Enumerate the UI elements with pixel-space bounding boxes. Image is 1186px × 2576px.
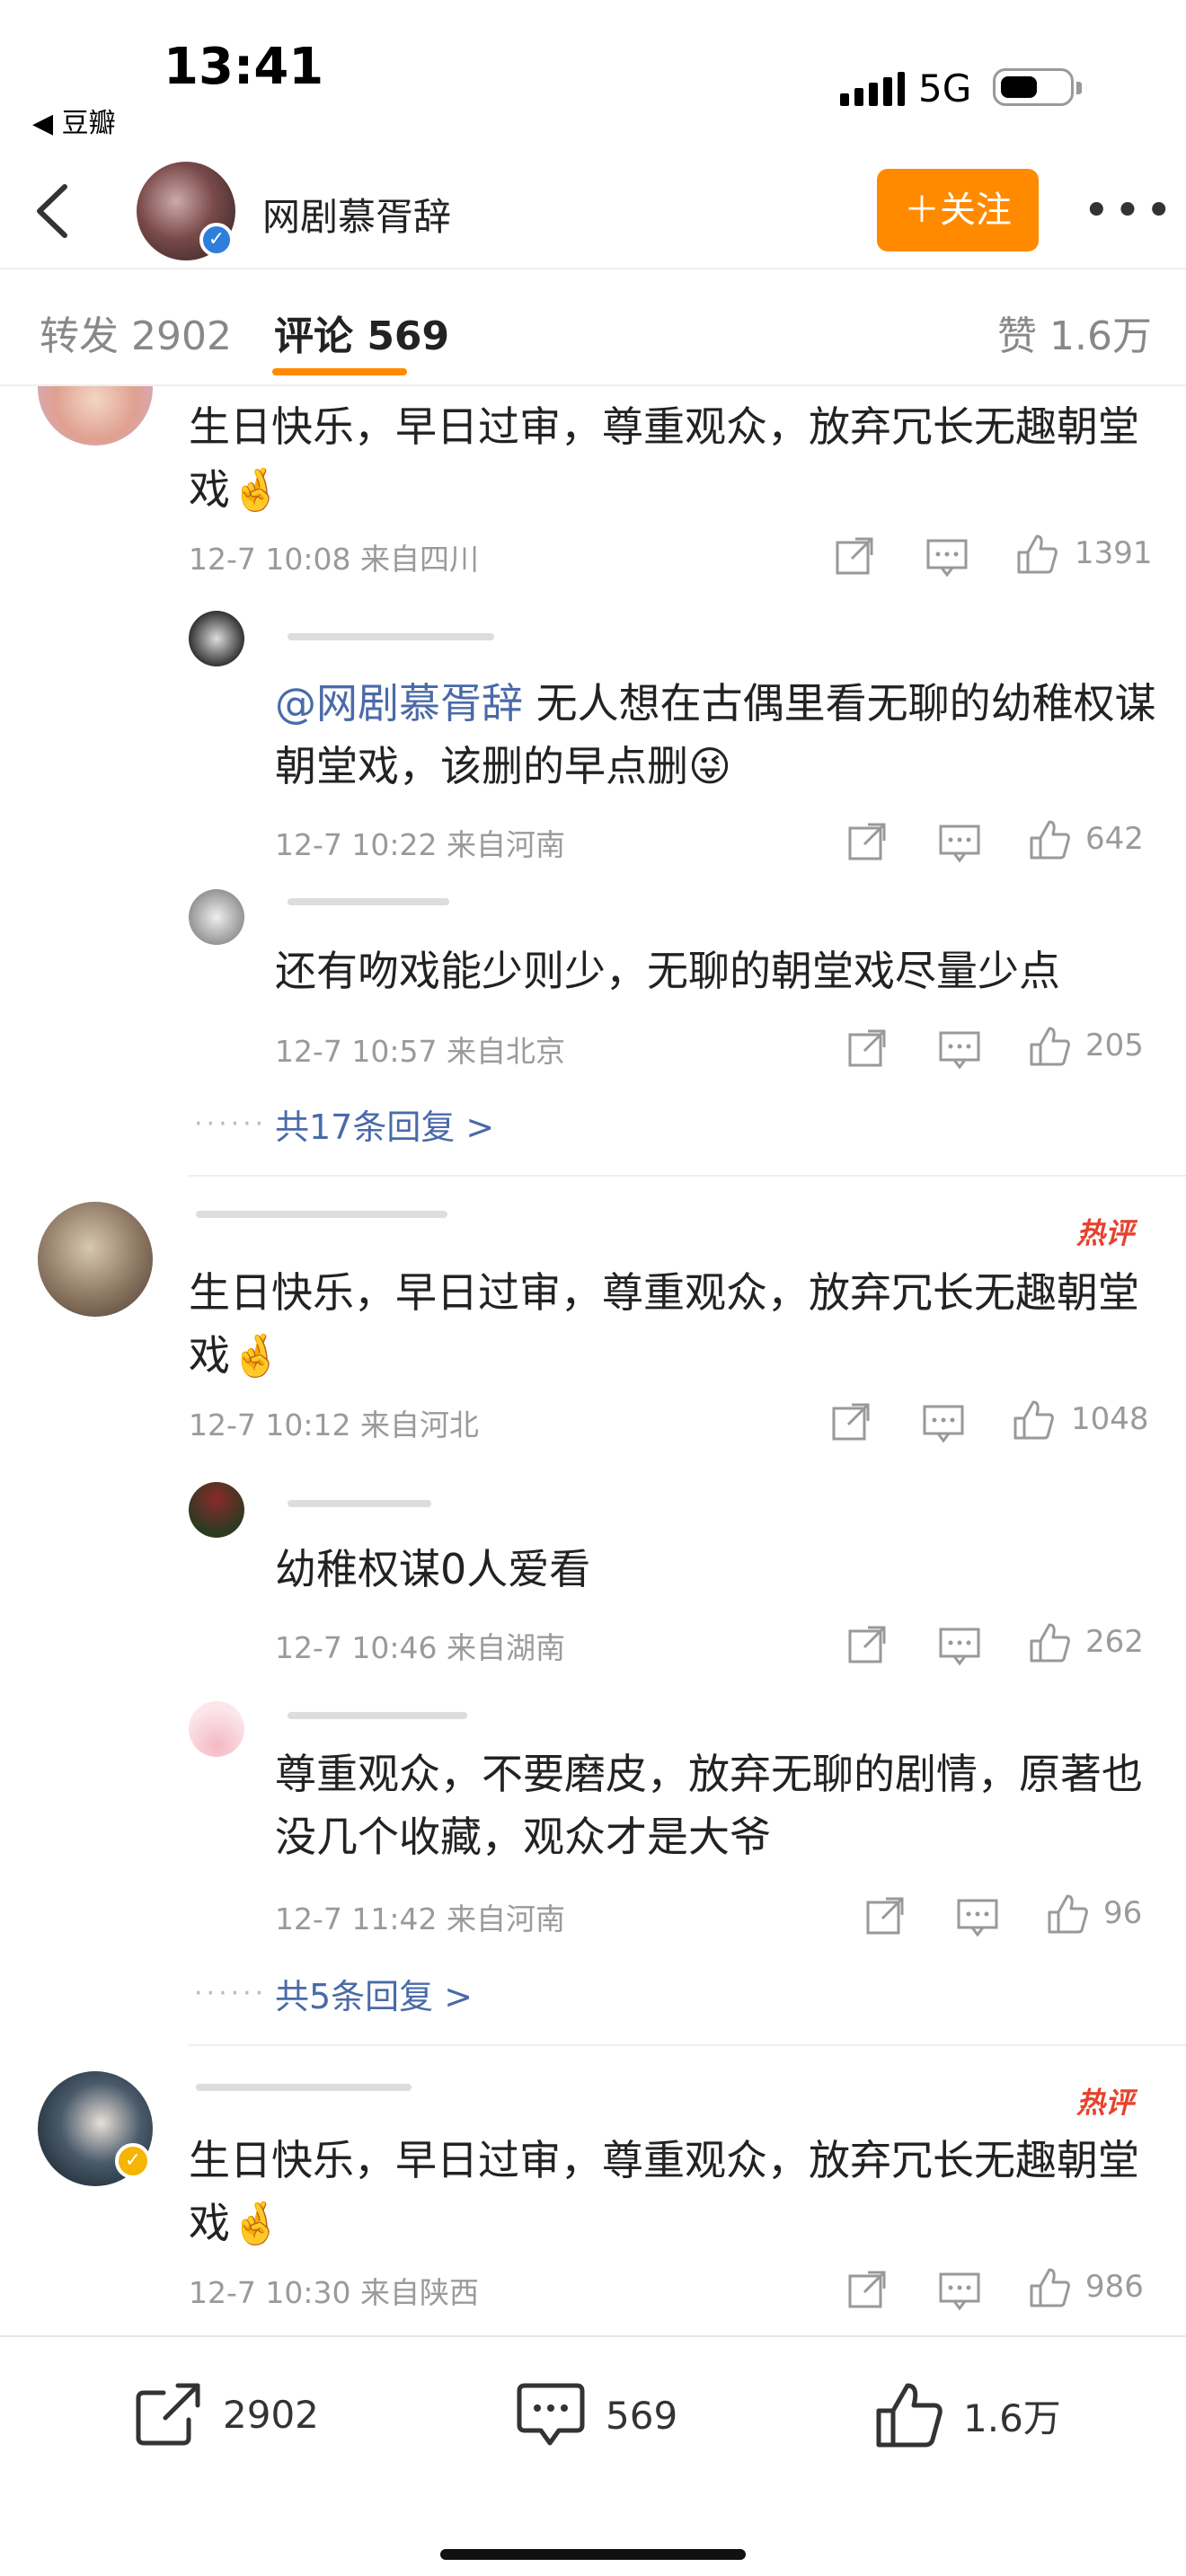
like-icon[interactable] (1046, 1892, 1089, 1936)
like-icon[interactable] (1028, 2265, 1071, 2310)
bottom-action-bar: 2902 569 1.6万 (0, 2335, 1186, 2576)
more-options-icon[interactable]: ••• (1083, 184, 1176, 238)
comment-icon (517, 2383, 585, 2446)
reply-text: 还有吻戏能少则少，无聊的朝堂戏尽量少点 (275, 947, 1060, 995)
like-button[interactable]: 1.6万 (875, 2382, 1061, 2448)
account-name[interactable]: 网剧慕胥辞 (262, 187, 451, 242)
tab-bar: 转发 2902 评论 569 赞 1.6万 (0, 269, 1186, 386)
hot-comment-badge: 热评 (1076, 1216, 1135, 1250)
replies-dots: ······ (194, 1108, 268, 1140)
like-icon[interactable] (1015, 532, 1058, 577)
like-count: 1391 (1075, 535, 1153, 571)
signal-icon (840, 72, 905, 106)
reply-text: 尊重观众，不要磨皮，放弃无聊的剧情，原著也没几个收藏，观众才是大爷 (275, 1750, 1143, 1861)
like-count: 205 (1085, 1028, 1144, 1063)
reply-icon[interactable] (922, 1401, 965, 1446)
reply-meta: 12-7 11:42 来自河南 (275, 1901, 565, 1936)
avatar[interactable] (189, 889, 244, 945)
avatar[interactable] (189, 611, 244, 666)
reply-text: @网剧慕胥辞 无人想在古偶里看无聊的幼稚权谋朝堂戏，该删的早点删😜 (275, 679, 1156, 790)
avatar[interactable] (38, 1202, 153, 1317)
tab-reposts[interactable]: 转发 2902 (40, 304, 232, 361)
like-icon[interactable] (1028, 1620, 1071, 1665)
reply-icon[interactable] (956, 1895, 999, 1940)
share-icon[interactable] (846, 2267, 888, 2312)
reply-meta: 12-7 10:46 来自湖南 (275, 1630, 565, 1665)
comment-list: 生日快乐，早日过审，尊重观众，放弃冗长无趣朝堂戏🤞 12-7 10:08 来自四… (0, 386, 1186, 2335)
home-indicator (440, 2549, 746, 2560)
comment-count: 569 (606, 2393, 678, 2438)
reply-icon[interactable] (925, 535, 969, 580)
network-type: 5G (918, 66, 972, 110)
masked-username (288, 633, 494, 640)
reply-icon[interactable] (938, 1624, 981, 1669)
tab-likes[interactable]: 赞 1.6万 (997, 304, 1152, 361)
reply-icon[interactable] (938, 821, 981, 866)
like-icon[interactable] (1028, 1024, 1071, 1069)
share-icon[interactable] (864, 1893, 906, 1938)
like-count: 642 (1085, 821, 1144, 857)
reply-icon[interactable] (938, 2269, 981, 2314)
comment-meta: 12-7 10:08 来自四川 (189, 542, 479, 577)
reply-icon[interactable] (938, 1028, 981, 1072)
active-tab-indicator (272, 368, 407, 375)
avatar[interactable] (189, 1482, 244, 1538)
masked-username (196, 2084, 412, 2091)
status-bar: 13:41 ◀ 豆瓣 5G (0, 0, 1186, 153)
comment-text: 生日快乐，早日过审，尊重观众，放弃冗长无趣朝堂戏🤞 (189, 402, 1139, 514)
like-icon[interactable] (1012, 1398, 1055, 1442)
share-icon[interactable] (846, 1622, 888, 1667)
reply-meta: 12-7 10:57 来自北京 (275, 1034, 565, 1069)
masked-username (196, 1211, 447, 1218)
view-more-replies-link[interactable]: 共17条回复 > (275, 1099, 494, 1149)
like-icon[interactable] (1028, 817, 1071, 862)
clock: 13:41 (164, 38, 324, 96)
reply-meta: 12-7 10:22 来自河南 (275, 827, 565, 862)
mention-link[interactable]: @网剧慕胥辞 (275, 679, 523, 728)
comment-meta: 12-7 10:30 来自陕西 (189, 2275, 479, 2310)
follow-button[interactable]: ＋关注 (877, 169, 1039, 251)
comment-text: 生日快乐，早日过审，尊重观众，放弃冗长无趣朝堂戏🤞 (189, 2136, 1139, 2247)
masked-username (288, 1500, 431, 1507)
nav-bar: ✓ 网剧慕胥辞 ＋关注 ••• (0, 153, 1186, 269)
battery-icon (993, 68, 1082, 106)
masked-username (288, 1712, 467, 1719)
share-icon[interactable] (834, 534, 875, 578)
avatar[interactable] (38, 386, 153, 446)
like-count: 1.6万 (963, 2395, 1061, 2440)
hot-comment-badge: 热评 (1076, 2086, 1135, 2120)
comment-meta: 12-7 10:12 来自河北 (189, 1407, 479, 1442)
avatar[interactable] (189, 1701, 244, 1757)
share-icon[interactable] (846, 819, 888, 864)
share-icon (136, 2383, 200, 2446)
comment-text: 生日快乐，早日过审，尊重观众，放弃冗长无趣朝堂戏🤞 (189, 1268, 1139, 1380)
share-icon[interactable] (846, 1026, 888, 1071)
back-to-app-link[interactable]: ◀ 豆瓣 (32, 101, 116, 140)
share-icon[interactable] (830, 1399, 872, 1444)
verified-badge-icon: ✓ (115, 2143, 151, 2179)
like-count: 1048 (1071, 1401, 1149, 1437)
divider (189, 1175, 1186, 1177)
tab-comments[interactable]: 评论 569 (274, 304, 449, 361)
like-count: 96 (1103, 1895, 1143, 1931)
back-arrow-icon[interactable] (27, 180, 81, 243)
reply-text: 幼稚权谋0人爱看 (275, 1545, 591, 1593)
like-count: 986 (1085, 2269, 1144, 2305)
divider (189, 2044, 1186, 2046)
verified-badge-icon: ✓ (199, 223, 234, 257)
replies-dots: ······ (194, 1978, 268, 2009)
repost-count: 2902 (223, 2392, 319, 2437)
comment-button[interactable]: 569 (516, 2382, 677, 2448)
repost-button[interactable]: 2902 (135, 2382, 319, 2447)
masked-username (288, 898, 449, 905)
like-count: 262 (1085, 1624, 1144, 1660)
view-more-replies-link[interactable]: 共5条回复 > (275, 1969, 473, 2018)
like-icon (876, 2383, 943, 2448)
